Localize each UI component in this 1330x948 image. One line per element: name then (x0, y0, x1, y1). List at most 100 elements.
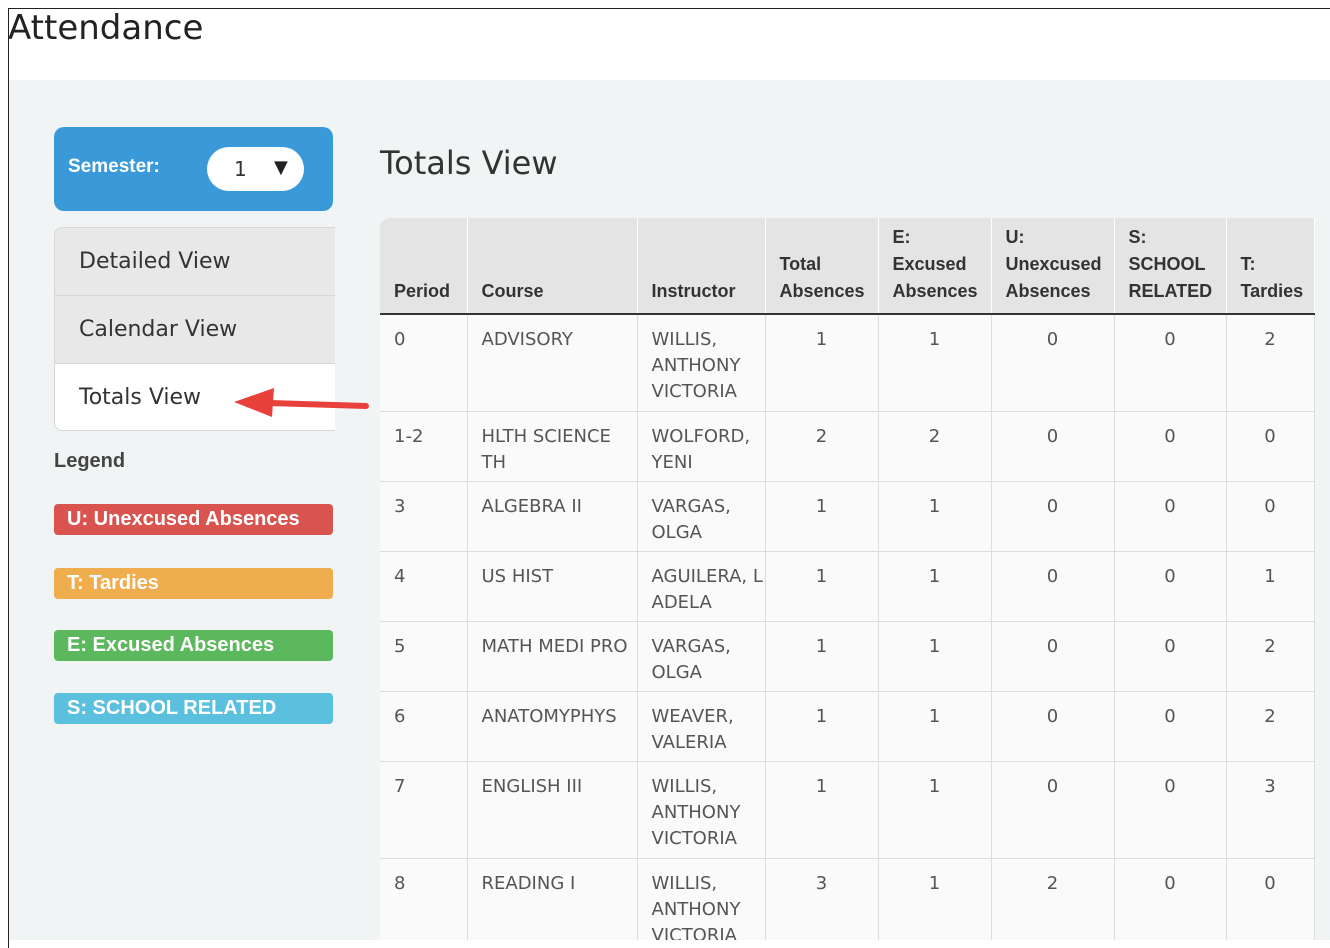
page-title: Attendance (8, 8, 204, 48)
semester-label: Semester: (68, 156, 160, 177)
col-excused-absences[interactable]: E: Excused Absences (878, 218, 992, 315)
cell-unexcused[interactable]: 0 (991, 551, 1115, 622)
cell-school-related[interactable]: 0 (1114, 621, 1227, 692)
header-text: Unexcused (1005, 254, 1102, 274)
header-text: Absences (892, 281, 978, 301)
header-text: Course (481, 281, 544, 301)
cell-instructor: WEAVER, VALERIA (637, 691, 766, 762)
cell-total[interactable]: 1 (765, 314, 879, 412)
cell-excused[interactable]: 1 (878, 761, 992, 859)
cell-course: HLTH SCIENCE TH (467, 411, 638, 482)
col-instructor[interactable]: Instructor (637, 218, 766, 315)
header-text: T: (1240, 254, 1256, 274)
header-text: Instructor (651, 281, 736, 301)
cell-unexcused[interactable]: 0 (991, 481, 1115, 552)
col-total-absences[interactable]: Total Absences (765, 218, 879, 315)
cell-period: 3 (380, 481, 468, 552)
cell-instructor: VARGAS, OLGA (637, 621, 766, 692)
semester-select[interactable]: 1 ▼ (207, 147, 304, 191)
cell-period: 0 (380, 314, 468, 412)
col-unexcused-absences[interactable]: U: Unexcused Absences (991, 218, 1115, 315)
cell-instructor: WILLIS, ANTHONY VICTORIA (637, 314, 766, 412)
cell-tardies[interactable]: 3 (1226, 761, 1315, 859)
cell-instructor: VARGAS, OLGA (637, 481, 766, 552)
col-school-related[interactable]: S: SCHOOL RELATED (1114, 218, 1227, 315)
cell-tardies[interactable]: 2 (1226, 691, 1315, 762)
header-text: Absences (1005, 281, 1091, 301)
legend-excused-badge: E: Excused Absences (54, 630, 333, 661)
cell-school-related[interactable]: 0 (1114, 411, 1227, 482)
col-tardies[interactable]: T: Tardies (1226, 218, 1315, 315)
caret-down-icon: ▼ (274, 157, 288, 178)
legend-title: Legend (54, 450, 126, 472)
header-text: E: (892, 227, 911, 247)
totals-table: Period Course Instructor Total Absences E… (380, 218, 1315, 940)
cell-tardies[interactable]: 0 (1226, 411, 1315, 482)
nav-detailed-view[interactable]: Detailed View (55, 228, 335, 296)
table-row: 5 MATH MEDI PRO VARGAS, OLGA 1 1 0 0 2 (380, 621, 1315, 692)
header-text: RELATED (1128, 281, 1213, 301)
cell-period: 1-2 (380, 411, 468, 482)
cell-school-related[interactable]: 0 (1114, 481, 1227, 552)
cell-school-related[interactable]: 0 (1114, 551, 1227, 622)
cell-tardies[interactable]: 1 (1226, 551, 1315, 622)
cell-unexcused[interactable]: 0 (991, 621, 1115, 692)
col-period[interactable]: Period (380, 218, 468, 315)
cell-school-related[interactable]: 0 (1114, 761, 1227, 859)
cell-period: 6 (380, 691, 468, 762)
cell-course: READING I (467, 858, 638, 940)
cell-school-related[interactable]: 0 (1114, 314, 1227, 412)
header-text: SCHOOL (1128, 254, 1206, 274)
cell-total[interactable]: 1 (765, 481, 879, 552)
cell-unexcused[interactable]: 0 (991, 314, 1115, 412)
header-text: Total (779, 254, 822, 274)
cell-tardies[interactable]: 2 (1226, 314, 1315, 412)
cell-total[interactable]: 1 (765, 621, 879, 692)
cell-period: 8 (380, 858, 468, 940)
cell-unexcused[interactable]: 0 (991, 761, 1115, 859)
cell-total[interactable]: 1 (765, 551, 879, 622)
cell-instructor: WOLFORD, YENI (637, 411, 766, 482)
cell-excused[interactable]: 1 (878, 691, 992, 762)
cell-excused[interactable]: 1 (878, 858, 992, 940)
col-course[interactable]: Course (467, 218, 638, 315)
cell-unexcused[interactable]: 0 (991, 691, 1115, 762)
table-row: 1-2 HLTH SCIENCE TH WOLFORD, YENI 2 2 0 … (380, 411, 1315, 482)
cell-total[interactable]: 1 (765, 761, 879, 859)
cell-course: MATH MEDI PRO (467, 621, 638, 692)
header-text: S: (1128, 227, 1147, 247)
header-text: Period (394, 281, 451, 301)
cell-tardies[interactable]: 2 (1226, 621, 1315, 692)
nav-calendar-view[interactable]: Calendar View (55, 296, 335, 364)
cell-course: ENGLISH III (467, 761, 638, 859)
table-row: 7 ENGLISH III WILLIS, ANTHONY VICTORIA 1… (380, 761, 1315, 859)
cell-excused[interactable]: 2 (878, 411, 992, 482)
cell-unexcused[interactable]: 2 (991, 858, 1115, 940)
cell-school-related[interactable]: 0 (1114, 691, 1227, 762)
table-row: 8 READING I WILLIS, ANTHONY VICTORIA 3 1… (380, 858, 1315, 940)
cell-course: ANATOMYPHYS (467, 691, 638, 762)
cell-excused[interactable]: 1 (878, 621, 992, 692)
header-text: Excused (892, 254, 967, 274)
cell-period: 5 (380, 621, 468, 692)
legend-tardies-badge: T: Tardies (54, 568, 333, 599)
cell-course: US HIST (467, 551, 638, 622)
semester-panel: Semester: 1 ▼ (54, 127, 333, 211)
cell-school-related[interactable]: 0 (1114, 858, 1227, 940)
cell-total[interactable]: 1 (765, 691, 879, 762)
cell-tardies[interactable]: 0 (1226, 858, 1315, 940)
cell-total[interactable]: 3 (765, 858, 879, 940)
table-row: 3 ALGEBRA II VARGAS, OLGA 1 1 0 0 0 (380, 481, 1315, 552)
cell-period: 7 (380, 761, 468, 859)
cell-tardies[interactable]: 0 (1226, 481, 1315, 552)
cell-excused[interactable]: 1 (878, 481, 992, 552)
content-area: Semester: 1 ▼ Detailed View Calendar Vie… (9, 80, 1330, 940)
section-title: Totals View (380, 144, 558, 182)
header-text: Absences (779, 281, 865, 301)
cell-excused[interactable]: 1 (878, 314, 992, 412)
cell-total[interactable]: 2 (765, 411, 879, 482)
cell-excused[interactable]: 1 (878, 551, 992, 622)
annotation-arrow-icon (234, 388, 369, 417)
semester-value: 1 (234, 157, 247, 181)
cell-unexcused[interactable]: 0 (991, 411, 1115, 482)
